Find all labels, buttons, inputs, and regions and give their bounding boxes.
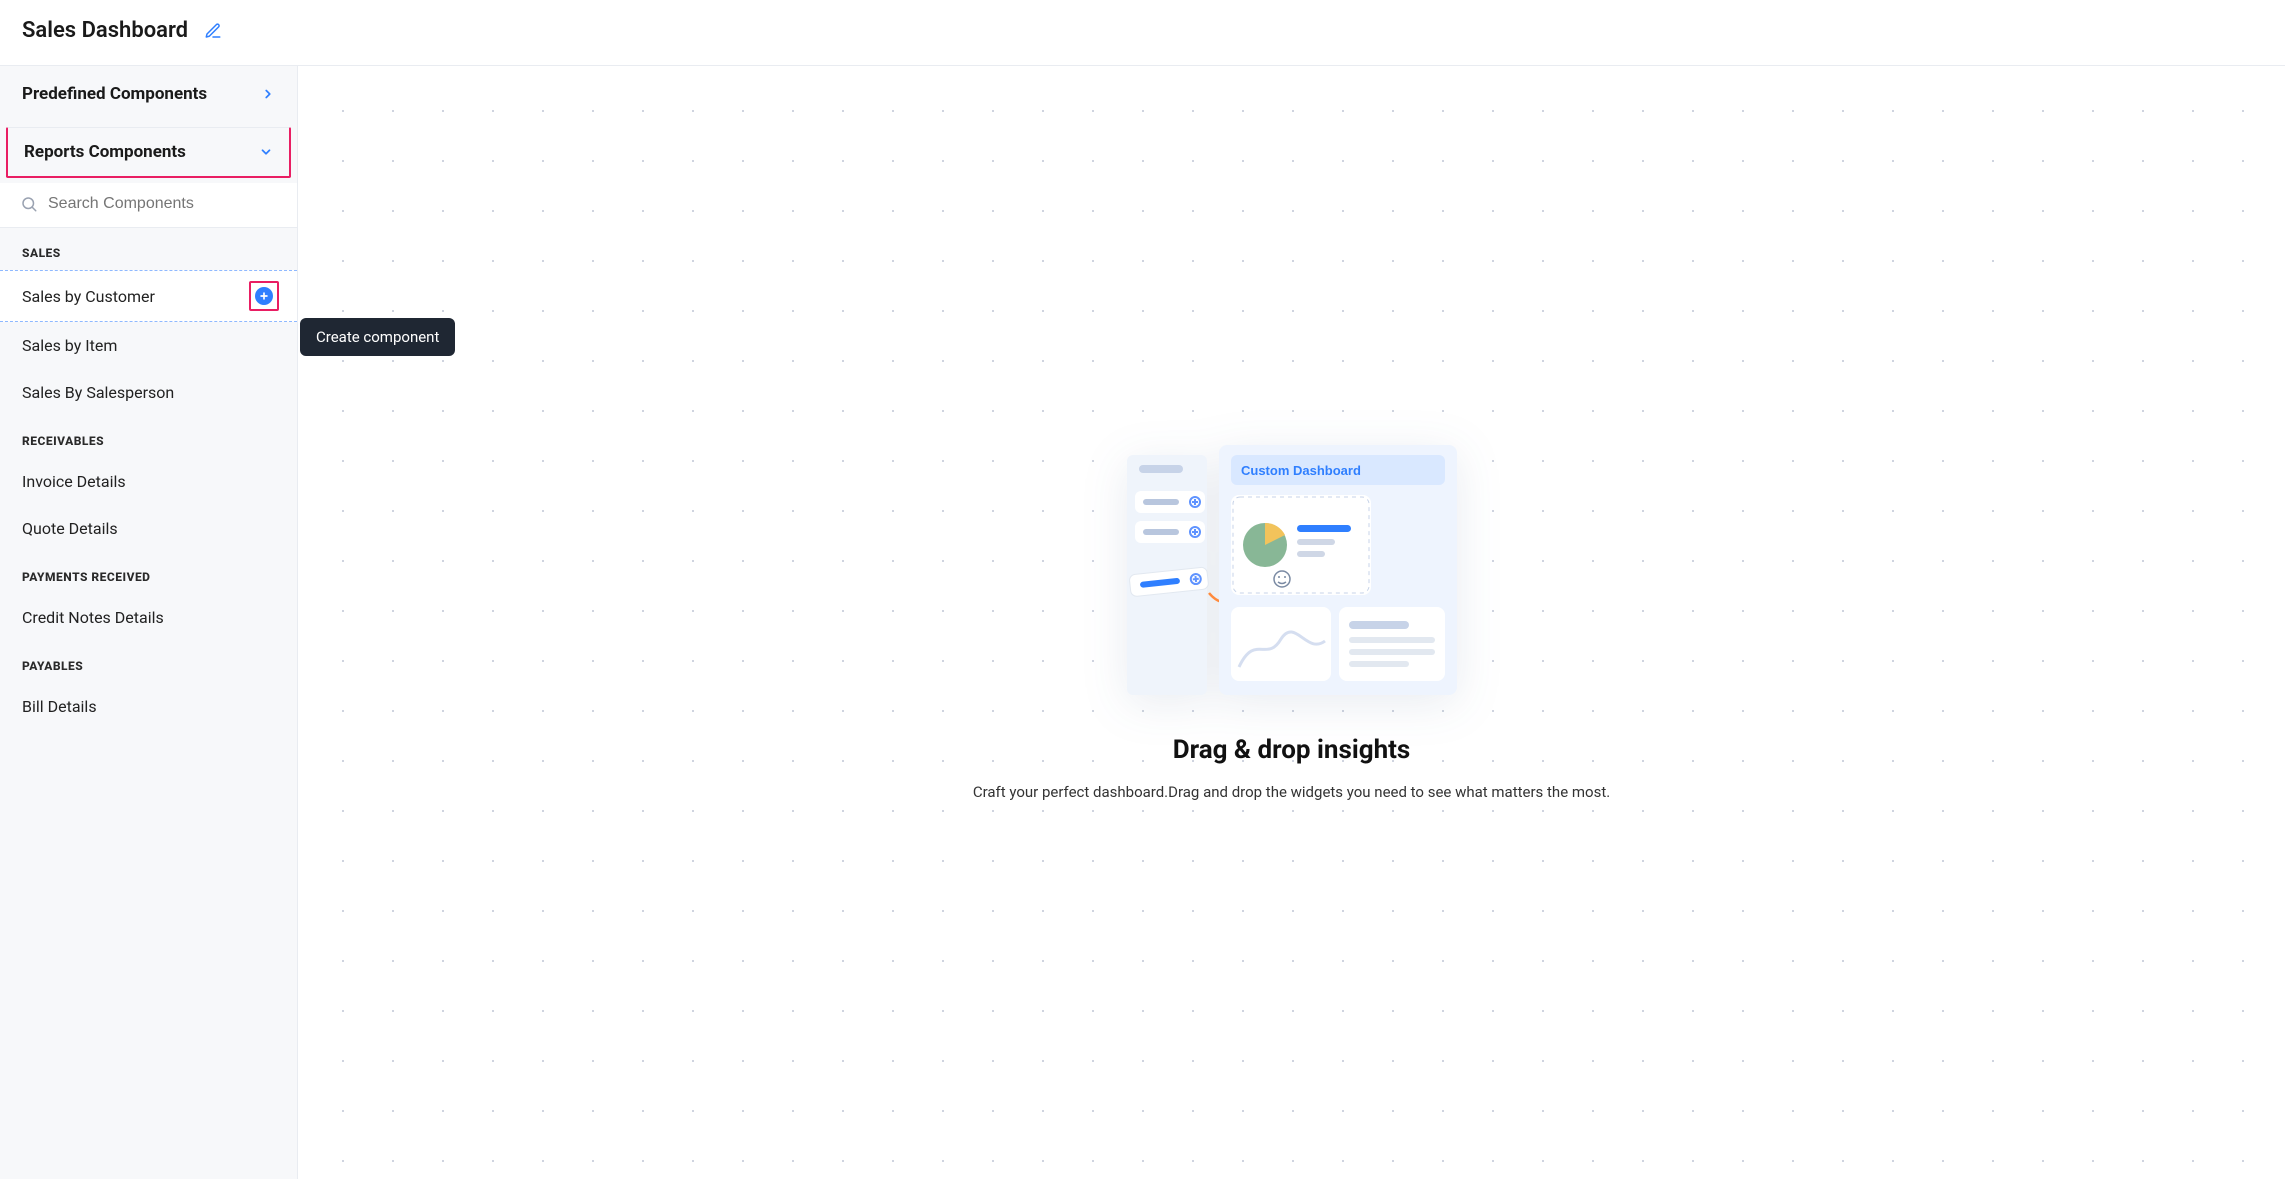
- panel-label: Reports Components: [24, 142, 186, 162]
- component-item-bill-details[interactable]: Bill Details: [0, 683, 297, 730]
- chevron-down-icon: [259, 145, 273, 159]
- empty-state-headline: Drag & drop insights: [1173, 735, 1411, 765]
- edit-title-button[interactable]: [202, 20, 224, 42]
- components-sidebar: Predefined Components Reports Components…: [0, 66, 298, 1179]
- panel-label: Predefined Components: [22, 84, 207, 104]
- reports-components-panel[interactable]: Reports Components: [6, 127, 291, 178]
- component-item-label: Sales by Item: [22, 336, 117, 355]
- page-title: Sales Dashboard: [22, 18, 188, 43]
- search-components-row: [0, 183, 297, 227]
- dashboard-canvas[interactable]: Custom Dashboard: [298, 66, 2285, 1179]
- component-item-label: Credit Notes Details: [22, 608, 164, 627]
- component-item-sales-by-item[interactable]: Sales by Item: [0, 322, 297, 369]
- component-item-label: Sales by Customer: [22, 287, 155, 306]
- empty-state-subline: Craft your perfect dashboard.Drag and dr…: [973, 783, 1610, 801]
- component-item-label: Sales By Salesperson: [22, 383, 174, 402]
- empty-state-illustration: Custom Dashboard: [1127, 445, 1457, 695]
- component-item-label: Invoice Details: [22, 472, 126, 491]
- search-components-input[interactable]: [48, 195, 277, 213]
- search-icon: [20, 195, 38, 213]
- highlight-box: [249, 281, 279, 311]
- component-item-credit-notes-details[interactable]: Credit Notes Details: [0, 594, 297, 641]
- add-component-button[interactable]: [253, 285, 275, 307]
- illus-title: Custom Dashboard: [1241, 463, 1361, 478]
- component-item-invoice-details[interactable]: Invoice Details: [0, 458, 297, 505]
- chevron-right-icon: [261, 87, 275, 101]
- section-header-payments-received: PAYMENTS RECEIVED: [0, 552, 297, 594]
- pencil-icon: [204, 22, 222, 40]
- component-item-quote-details[interactable]: Quote Details: [0, 505, 297, 552]
- section-header-receivables: RECEIVABLES: [0, 416, 297, 458]
- header: Sales Dashboard: [0, 0, 2285, 66]
- component-item-sales-by-salesperson[interactable]: Sales By Salesperson: [0, 369, 297, 416]
- empty-state: Custom Dashboard: [932, 445, 1652, 801]
- create-component-tooltip: Create component: [300, 318, 455, 356]
- section-header-payables: PAYABLES: [0, 641, 297, 683]
- component-item-sales-by-customer[interactable]: Sales by Customer: [0, 270, 297, 322]
- section-header-sales: SALES: [0, 227, 297, 270]
- predefined-components-panel[interactable]: Predefined Components: [0, 66, 297, 122]
- component-item-label: Bill Details: [22, 697, 97, 716]
- component-item-label: Quote Details: [22, 519, 118, 538]
